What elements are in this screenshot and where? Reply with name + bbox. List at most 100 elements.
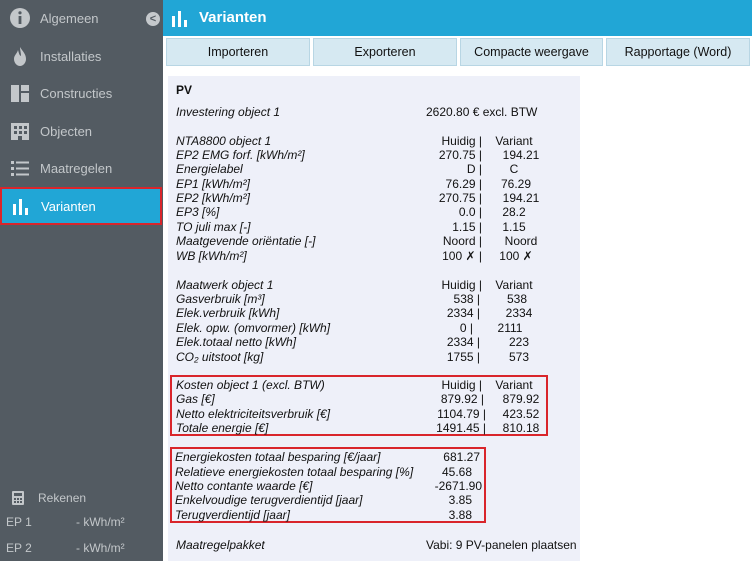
savings-row-label: Netto contante waarde [€] bbox=[175, 479, 313, 493]
export-button[interactable]: Exporteren bbox=[313, 38, 457, 66]
rekenen-button[interactable]: Rekenen bbox=[38, 491, 86, 505]
savings-row-value: 3.88 bbox=[448, 508, 472, 522]
sidebar-item-label: Varianten bbox=[41, 199, 96, 214]
sidebar-item-label: Constructies bbox=[40, 86, 113, 101]
variant-heading: PV bbox=[176, 83, 193, 97]
calculator-icon bbox=[12, 491, 24, 505]
nta-row-variant: Noord bbox=[504, 234, 538, 248]
sidebar-item-label: Algemeen bbox=[40, 11, 99, 26]
sidebar-item-algemeen[interactable]: Algemeen bbox=[0, 0, 163, 36]
savings-row-label: Terugverdientijd [jaar] bbox=[175, 508, 290, 522]
nta-section-title: NTA8800 object 1 bbox=[176, 134, 272, 148]
ep1-readout: EP 1 - kWh/m² bbox=[6, 515, 125, 529]
maatwerk-row-current: 2334 | bbox=[446, 306, 480, 320]
maatwerk-row-variant: 538 bbox=[506, 292, 528, 306]
nta-row-current: 270.75 | bbox=[438, 148, 482, 162]
nta-row-current: Noord | bbox=[442, 234, 482, 248]
savings-row-label: Relatieve energiekosten totaal besparing… bbox=[175, 465, 414, 479]
list-icon bbox=[11, 161, 29, 176]
maatwerk-row-variant: 223 bbox=[508, 335, 530, 349]
ep2-readout: EP 2 - kWh/m² bbox=[6, 541, 125, 555]
investment-value: 2620.80 € excl. BTW bbox=[426, 105, 538, 119]
maatwerk-row-current: 2334 | bbox=[446, 335, 480, 349]
info-icon bbox=[10, 8, 30, 28]
costs-section-title: Kosten object 1 (excl. BTW) bbox=[176, 378, 325, 392]
costs-col-current: Huidig | bbox=[441, 378, 482, 392]
sidebar-item-maatregelen[interactable]: Maatregelen bbox=[0, 150, 163, 186]
savings-row-label: Energiekosten totaal besparing [€/jaar] bbox=[175, 450, 381, 464]
nta-row-label: EP2 [kWh/m²] bbox=[176, 191, 251, 205]
nta-row-variant: 100 ✗ bbox=[499, 249, 533, 263]
nta-row-variant: 76.29 bbox=[500, 177, 532, 191]
maatwerk-row-variant: 2334 bbox=[505, 306, 533, 320]
maatwerk-row-current: 0 | bbox=[459, 321, 473, 335]
compact-view-button[interactable]: Compacte weergave bbox=[460, 38, 603, 66]
nta-row-label: Maatgevende oriëntatie [-] bbox=[176, 234, 316, 248]
header-bar: Varianten bbox=[163, 0, 752, 36]
costs-col-variant: Variant bbox=[495, 378, 533, 392]
nta-row-label: TO juli max [-] bbox=[176, 220, 251, 234]
nta-row-variant: 28.2 bbox=[502, 205, 526, 219]
collapse-sidebar-button[interactable]: < bbox=[146, 12, 160, 26]
costs-row-variant: 810.18 bbox=[502, 421, 540, 435]
maatwerk-col-current: Huidig | bbox=[441, 278, 482, 292]
savings-row-label: Enkelvoudige terugverdientijd [jaar] bbox=[175, 493, 363, 507]
nta-row-variant: 194.21 bbox=[502, 148, 540, 162]
building-icon bbox=[11, 123, 29, 140]
nta-row-label: EP2 EMG forf. [kWh/m²] bbox=[176, 148, 305, 162]
package-value: Vabi: 9 PV-panelen plaatsen bbox=[426, 538, 577, 552]
nta-row-current: 1.15 | bbox=[452, 220, 482, 234]
maatwerk-row-label: CO₂ uitstoot [kg] bbox=[176, 350, 264, 364]
maatwerk-row-variant: 573 bbox=[508, 350, 530, 364]
nta-row-label: Energielabel bbox=[176, 162, 243, 176]
sidebar-item-label: Maatregelen bbox=[40, 161, 113, 176]
nta-row-label: EP1 [kWh/m²] bbox=[176, 177, 251, 191]
bar-chart-icon bbox=[172, 11, 187, 27]
nta-row-current: 76.29 | bbox=[445, 177, 482, 191]
nta-row-current: 0.0 | bbox=[458, 205, 482, 219]
costs-row-current: 879.92 | bbox=[440, 392, 484, 406]
sidebar-item-constructies[interactable]: Constructies bbox=[0, 75, 163, 111]
maatwerk-row-label: Elek. opw. (omvormer) [kWh] bbox=[176, 321, 331, 335]
maatwerk-row-current: 1755 | bbox=[446, 350, 480, 364]
maatwerk-row-label: Elek.totaal netto [kWh] bbox=[176, 335, 297, 349]
nta-col-current: Huidig | bbox=[441, 134, 482, 148]
savings-row-value: 3.85 bbox=[448, 493, 472, 507]
nta-row-label: WB [kWh/m²] bbox=[176, 249, 247, 263]
maatwerk-col-variant: Variant bbox=[495, 278, 533, 292]
savings-row-value: 45.68 bbox=[441, 465, 472, 479]
sidebar-item-installaties[interactable]: Installaties bbox=[0, 38, 163, 74]
ep2-value: - kWh/m² bbox=[76, 541, 125, 555]
costs-row-variant: 423.52 bbox=[502, 407, 540, 421]
nta-row-variant: C bbox=[509, 162, 519, 176]
page-title: Varianten bbox=[199, 9, 267, 26]
ep1-label: EP 1 bbox=[6, 515, 32, 529]
sidebar-item-label: Installaties bbox=[40, 49, 102, 64]
maatwerk-section-title: Maatwerk object 1 bbox=[176, 278, 274, 292]
sidebar-item-objecten[interactable]: Objecten bbox=[0, 113, 163, 149]
costs-row-label: Netto elektriciteitsverbruik [€] bbox=[176, 407, 331, 421]
costs-row-current: 1104.79 | bbox=[437, 407, 486, 421]
nta-row-variant: 1.15 bbox=[502, 220, 526, 234]
flame-icon bbox=[14, 47, 26, 66]
report-word-button[interactable]: Rapportage (Word) bbox=[606, 38, 750, 66]
nta-row-label: EP3 [%] bbox=[176, 205, 220, 219]
maatwerk-row-label: Elek.verbruik [kWh] bbox=[176, 306, 280, 320]
sidebar-item-varianten[interactable]: Varianten bbox=[0, 187, 162, 225]
ep1-value: - kWh/m² bbox=[76, 515, 125, 529]
nta-row-current: D | bbox=[466, 162, 482, 176]
blocks-icon bbox=[11, 85, 29, 102]
maatwerk-row-current: 538 | bbox=[453, 292, 480, 306]
bar-chart-icon bbox=[13, 199, 28, 215]
import-button[interactable]: Importeren bbox=[166, 38, 310, 66]
costs-row-label: Totale energie [€] bbox=[176, 421, 269, 435]
sidebar-item-label: Objecten bbox=[40, 124, 93, 139]
maatwerk-row-variant: 2111 bbox=[497, 321, 523, 335]
nta-row-current: 270.75 | bbox=[438, 191, 482, 205]
sidebar: Algemeen < Installaties Constructies Obj… bbox=[0, 0, 163, 561]
variant-results-panel: PV Investering object 1 2620.80 € excl. … bbox=[168, 76, 580, 561]
ep2-label: EP 2 bbox=[6, 541, 32, 555]
nta-row-variant: 194.21 bbox=[502, 191, 540, 205]
package-label: Maatregelpakket bbox=[176, 538, 265, 552]
savings-row-value: 681.27 bbox=[443, 450, 480, 464]
